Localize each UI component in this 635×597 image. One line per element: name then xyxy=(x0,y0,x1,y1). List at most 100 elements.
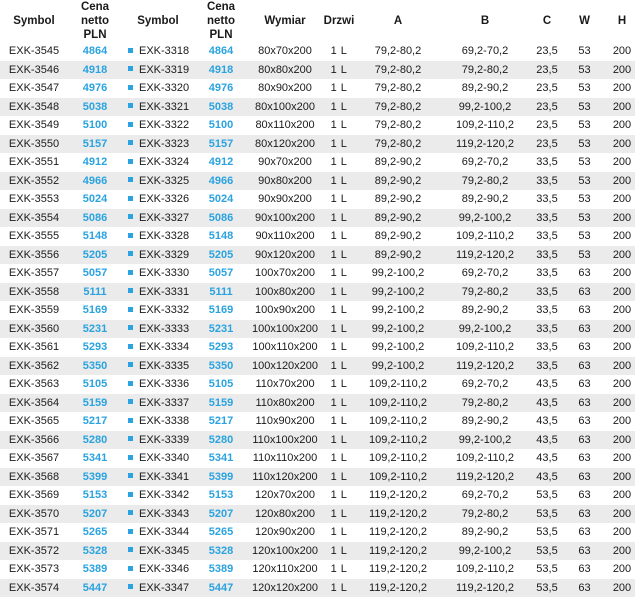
h-cell: 200 xyxy=(605,116,635,135)
price-cell: 5086 xyxy=(68,209,122,228)
b-cell: 89,2-90,2 xyxy=(440,190,530,209)
price-2-cell: 5159 xyxy=(194,394,248,413)
w-cell: 53 xyxy=(564,172,605,191)
b-cell: 109,2-110,2 xyxy=(440,560,530,579)
price-2-cell: 5100 xyxy=(194,116,248,135)
price-cell: 5157 xyxy=(68,135,122,154)
table-row: EXK-35705207EXK-33435207120x80x2001 L119… xyxy=(0,505,635,524)
c-cell: 53,5 xyxy=(530,542,564,561)
doors-cell: 1 L xyxy=(322,246,356,265)
price-cell: 5350 xyxy=(68,357,122,376)
dimension-cell: 80x100x200 xyxy=(248,98,322,117)
symbol-cell: EXK-3556 xyxy=(0,246,68,265)
c-cell: 53,5 xyxy=(530,505,564,524)
header-symbol-2: Symbol xyxy=(122,0,194,42)
symbol-2-cell: EXK-3336 xyxy=(122,375,194,394)
doors-cell: 1 L xyxy=(322,357,356,376)
h-cell: 200 xyxy=(605,394,635,413)
c-cell: 43,5 xyxy=(530,412,564,431)
price-cell: 5399 xyxy=(68,468,122,487)
doors-cell: 1 L xyxy=(322,542,356,561)
doors-cell: 1 L xyxy=(322,227,356,246)
h-cell: 200 xyxy=(605,357,635,376)
symbol-2-text: EXK-3344 xyxy=(139,526,189,538)
a-cell: 89,2-90,2 xyxy=(356,153,440,172)
dimension-cell: 110x100x200 xyxy=(248,431,322,450)
symbol-2-cell: EXK-3321 xyxy=(122,98,194,117)
b-cell: 109,2-110,2 xyxy=(440,449,530,468)
b-cell: 79,2-80,2 xyxy=(440,394,530,413)
price-cell: 4864 xyxy=(68,42,122,61)
symbol-2-cell: EXK-3338 xyxy=(122,412,194,431)
b-cell: 69,2-70,2 xyxy=(440,264,530,283)
price-cell: 5205 xyxy=(68,246,122,265)
a-cell: 99,2-100,2 xyxy=(356,283,440,302)
a-cell: 79,2-80,2 xyxy=(356,79,440,98)
table-row: EXK-35695153EXK-33425153120x70x2001 L119… xyxy=(0,486,635,505)
symbol-2-cell: EXK-3339 xyxy=(122,431,194,450)
c-cell: 23,5 xyxy=(530,79,564,98)
table-row: EXK-35555148EXK-3328514890x110x2001 L89,… xyxy=(0,227,635,246)
w-cell: 53 xyxy=(564,209,605,228)
doors-cell: 1 L xyxy=(322,431,356,450)
w-cell: 63 xyxy=(564,338,605,357)
price-2-cell: 5086 xyxy=(194,209,248,228)
symbol-2-text: EXK-3338 xyxy=(139,415,189,427)
dimension-cell: 120x110x200 xyxy=(248,560,322,579)
symbol-cell: EXK-3546 xyxy=(0,61,68,80)
doors-cell: 1 L xyxy=(322,42,356,61)
bullet-icon xyxy=(128,362,133,367)
price-2-cell: 5265 xyxy=(194,523,248,542)
bullet-icon xyxy=(128,344,133,349)
symbol-cell: EXK-3548 xyxy=(0,98,68,117)
b-cell: 89,2-90,2 xyxy=(440,412,530,431)
b-cell: 89,2-90,2 xyxy=(440,301,530,320)
price-2-cell: 5057 xyxy=(194,264,248,283)
w-cell: 63 xyxy=(564,357,605,376)
a-cell: 119,2-120,2 xyxy=(356,505,440,524)
table-row: EXK-35665280EXK-33395280110x100x2001 L10… xyxy=(0,431,635,450)
symbol-2-text: EXK-3324 xyxy=(139,156,189,168)
price-2-cell: 5231 xyxy=(194,320,248,339)
c-cell: 23,5 xyxy=(530,135,564,154)
bullet-icon xyxy=(128,48,133,53)
header-w: W xyxy=(564,0,605,42)
header-price2-line1: Cena xyxy=(207,1,235,13)
h-cell: 200 xyxy=(605,505,635,524)
doors-cell: 1 L xyxy=(322,449,356,468)
price-cell: 5024 xyxy=(68,190,122,209)
symbol-2-cell: EXK-3323 xyxy=(122,135,194,154)
b-cell: 119,2-120,2 xyxy=(440,135,530,154)
h-cell: 200 xyxy=(605,542,635,561)
bullet-icon xyxy=(128,159,133,164)
price-2-cell: 5207 xyxy=(194,505,248,524)
table-header: Symbol Cenanetto PLN Symbol Cenanetto PL… xyxy=(0,0,635,42)
a-cell: 79,2-80,2 xyxy=(356,135,440,154)
doors-cell: 1 L xyxy=(322,320,356,339)
a-cell: 109,2-110,2 xyxy=(356,412,440,431)
w-cell: 53 xyxy=(564,98,605,117)
table-row: EXK-35565205EXK-3329520590x120x2001 L89,… xyxy=(0,246,635,265)
w-cell: 63 xyxy=(564,560,605,579)
a-cell: 79,2-80,2 xyxy=(356,116,440,135)
w-cell: 63 xyxy=(564,486,605,505)
symbol-2-text: EXK-3318 xyxy=(139,45,189,57)
c-cell: 33,5 xyxy=(530,264,564,283)
a-cell: 109,2-110,2 xyxy=(356,375,440,394)
w-cell: 53 xyxy=(564,190,605,209)
price-cell: 5280 xyxy=(68,431,122,450)
a-cell: 99,2-100,2 xyxy=(356,320,440,339)
b-cell: 69,2-70,2 xyxy=(440,42,530,61)
table-row: EXK-35454864EXK-3318486480x70x2001 L79,2… xyxy=(0,42,635,61)
price-2-cell: 5389 xyxy=(194,560,248,579)
price-table: Symbol Cenanetto PLN Symbol Cenanetto PL… xyxy=(0,0,635,597)
symbol-2-text: EXK-3325 xyxy=(139,175,189,187)
header-dimension: Wymiar xyxy=(248,0,322,42)
price-2-cell: 5399 xyxy=(194,468,248,487)
dimension-cell: 90x70x200 xyxy=(248,153,322,172)
a-cell: 79,2-80,2 xyxy=(356,98,440,117)
a-cell: 119,2-120,2 xyxy=(356,486,440,505)
symbol-2-text: EXK-3333 xyxy=(139,323,189,335)
table-row: EXK-35575057EXK-33305057100x70x2001 L99,… xyxy=(0,264,635,283)
price-2-cell: 5350 xyxy=(194,357,248,376)
